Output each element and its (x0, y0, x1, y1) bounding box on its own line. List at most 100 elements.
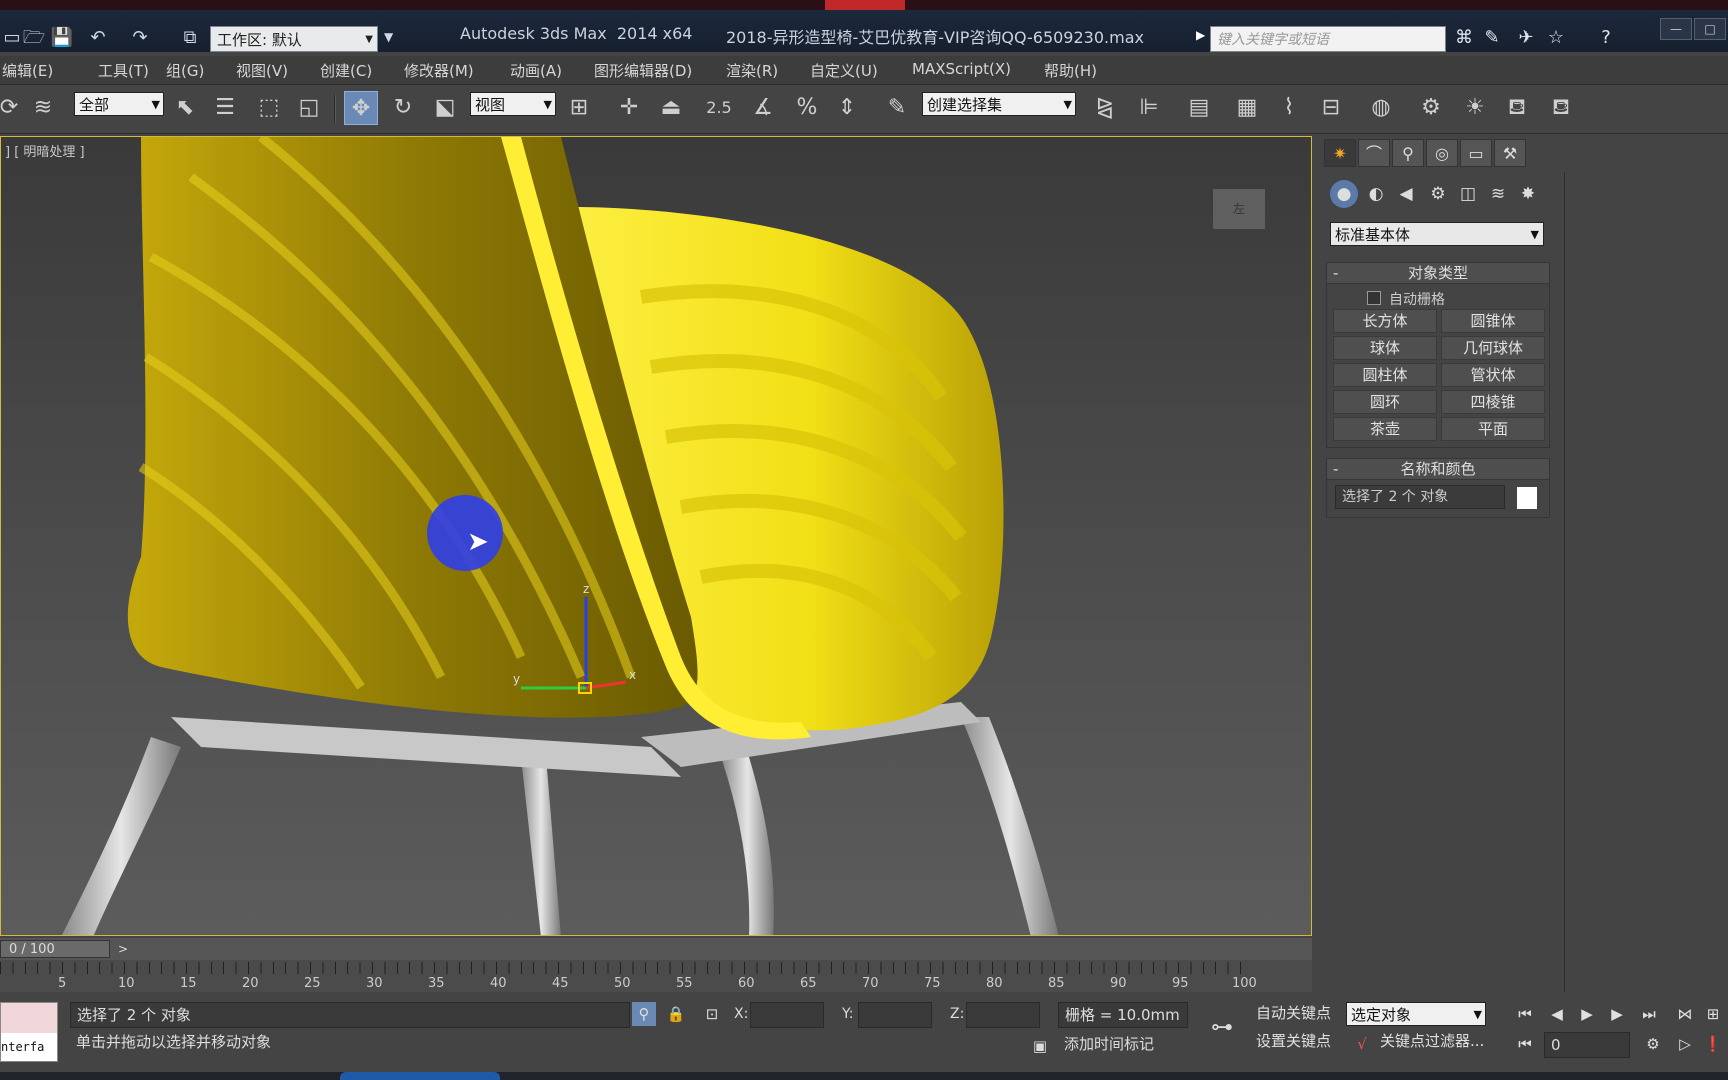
save-file-icon[interactable]: 💾 (50, 26, 74, 50)
undo-icon[interactable]: ↶ (86, 26, 110, 50)
snaps-toggle-icon[interactable]: 2.5 (702, 91, 736, 125)
menu-help[interactable]: 帮助(H) (1044, 60, 1097, 81)
render-setup-icon[interactable]: ⚙ (1414, 91, 1448, 125)
torus-button[interactable]: 圆环 (1333, 390, 1437, 414)
field-of-view-icon[interactable]: ❗ (1700, 1032, 1726, 1056)
menu-graph-editors[interactable]: 图形编辑器(D) (594, 60, 692, 81)
helpers-icon[interactable]: ◫ (1454, 180, 1482, 208)
menu-edit[interactable]: 编辑(E) (2, 60, 53, 81)
menu-customize[interactable]: 自定义(U) (810, 60, 878, 81)
create-tab-icon[interactable]: ✷ (1324, 139, 1356, 167)
utilities-tab-icon[interactable]: ⚒ (1494, 139, 1526, 167)
favorites-icon[interactable]: ☆ (1544, 26, 1568, 50)
rectangular-selection-icon[interactable]: ⬚ (252, 91, 286, 125)
project-folder-icon[interactable]: ⧉ (178, 26, 202, 50)
schematic-view-icon[interactable]: ⊟ (1314, 91, 1348, 125)
y-coordinate-field[interactable] (858, 1002, 932, 1028)
perspective-viewport[interactable]: z y x ] [ 明暗处理 ] 左 ➤ (0, 136, 1312, 936)
redo-icon[interactable]: ↷ (128, 26, 152, 50)
primitive-category-dropdown[interactable]: 标准基本体 ▼ (1330, 222, 1544, 246)
cameras-icon[interactable]: ⚙ (1424, 180, 1452, 208)
time-slider[interactable]: 0 / 100 > (0, 938, 1312, 960)
object-color-swatch[interactable] (1517, 487, 1537, 509)
quick-access-dropdown-icon[interactable]: ▼ (384, 30, 393, 44)
select-object-icon[interactable]: ⬉ (168, 91, 202, 125)
geosphere-button[interactable]: 几何球体 (1441, 336, 1545, 360)
next-frame-icon[interactable]: ▶ (1604, 1002, 1630, 1026)
absolute-mode-icon[interactable]: ⊡ (700, 1002, 724, 1026)
object-type-header[interactable]: - 对象类型 (1327, 263, 1549, 284)
menu-create[interactable]: 创建(C) (320, 60, 372, 81)
current-frame-field[interactable]: 0 (1544, 1032, 1630, 1058)
cone-button[interactable]: 圆锥体 (1441, 309, 1545, 333)
cylinder-button[interactable]: 圆柱体 (1333, 363, 1437, 387)
time-tag-icon[interactable]: ▣ (1028, 1034, 1052, 1058)
edit-named-selection-icon[interactable]: ✎ (880, 91, 914, 125)
percent-snap-icon[interactable]: % (790, 91, 824, 125)
geometry-icon[interactable]: ● (1330, 180, 1358, 208)
selection-filter-dropdown[interactable]: 全部 ▼ (74, 92, 164, 116)
workspace-dropdown[interactable]: 工作区: 默认 ▼ (210, 26, 378, 52)
align-icon[interactable]: ⊫ (1132, 91, 1166, 125)
bind-space-warp-icon[interactable]: ≋ (26, 91, 60, 125)
add-time-tag-button[interactable]: 添加时间标记 (1058, 1032, 1188, 1058)
curve-editor-icon[interactable]: ⌇ (1272, 91, 1306, 125)
shapes-icon[interactable]: ◐ (1362, 180, 1390, 208)
pivot-center-icon[interactable]: ⊞ (562, 91, 596, 125)
select-and-scale-icon[interactable]: ⬕ (428, 91, 462, 125)
play-icon[interactable]: ▶ (1574, 1002, 1600, 1026)
key-mode-icon[interactable]: ⏮ (1512, 1032, 1538, 1056)
time-slider-thumb[interactable]: 0 / 100 (0, 940, 110, 958)
window-crossing-icon[interactable]: ◱ (292, 91, 326, 125)
x-coordinate-field[interactable] (750, 1002, 824, 1028)
time-configuration-icon[interactable]: ⚙ (1640, 1032, 1666, 1056)
orbit-icon[interactable]: ▷ (1672, 1032, 1698, 1056)
go-to-start-icon[interactable]: ⏮ (1512, 1002, 1538, 1026)
mirror-icon[interactable]: ⧎ (1088, 91, 1122, 125)
display-tab-icon[interactable]: ▭ (1460, 139, 1492, 167)
go-to-end-icon[interactable]: ⏭ (1636, 1002, 1662, 1026)
previous-frame-icon[interactable]: ◀ (1544, 1002, 1570, 1026)
minimize-icon[interactable]: — (1660, 18, 1692, 40)
keyboard-shortcut-override-icon[interactable]: ⏏ (654, 91, 688, 125)
isolate-selection-icon[interactable]: ⚲ (632, 1002, 656, 1026)
binoculars-icon[interactable]: ⌘ (1452, 26, 1476, 50)
menu-tools[interactable]: 工具(T) (98, 60, 149, 81)
menu-view[interactable]: 视图(V) (236, 60, 288, 81)
communication-center-icon[interactable]: ✈ (1514, 26, 1538, 50)
name-and-color-header[interactable]: - 名称和颜色 (1327, 459, 1549, 480)
tube-button[interactable]: 管状体 (1441, 363, 1545, 387)
select-and-rotate-icon[interactable]: ↻ (386, 91, 420, 125)
reference-coordinate-dropdown[interactable]: 视图 ▼ (470, 92, 556, 116)
key-filters-button[interactable]: 关键点过滤器... (1380, 1028, 1484, 1054)
key-mode-toggle-icon[interactable]: ⋈ (1672, 1002, 1698, 1026)
open-file-icon[interactable]: 🗁 (22, 26, 46, 50)
pyramid-button[interactable]: 四棱锥 (1441, 390, 1545, 414)
auto-key-button[interactable]: 自动关键点 (1256, 1000, 1331, 1026)
menu-group[interactable]: 组(G) (166, 60, 204, 81)
menu-animation[interactable]: 动画(A) (510, 60, 562, 81)
sphere-button[interactable]: 球体 (1333, 336, 1437, 360)
systems-icon[interactable]: ✸ (1514, 180, 1542, 208)
layer-manager-icon[interactable]: ▤ (1182, 91, 1216, 125)
selection-lock-icon[interactable]: 🔒 (664, 1002, 688, 1026)
new-file-icon[interactable]: ▭ (0, 26, 24, 50)
named-selection-dropdown[interactable]: 创建选择集 ▼ (922, 92, 1076, 116)
modify-tab-icon[interactable]: ⌒ (1358, 139, 1390, 167)
track-bar[interactable]: 5 10 15 20 25 30 35 40 45 50 55 60 65 70… (0, 960, 1312, 992)
auto-grid-checkbox[interactable]: 自动栅格 (1367, 289, 1445, 309)
zoom-extents-icon[interactable]: ⊞ (1700, 1002, 1726, 1026)
menu-maxscript[interactable]: MAXScript(X) (912, 60, 1011, 78)
next-frame-button[interactable]: > (114, 940, 132, 958)
viewport-label[interactable]: ] [ 明暗处理 ] (5, 141, 85, 160)
object-name-field[interactable]: 选择了 2 个 对象 (1335, 485, 1505, 509)
link-icon[interactable]: ⟳ (0, 91, 26, 125)
select-by-name-icon[interactable]: ☰ (208, 91, 242, 125)
manipulate-icon[interactable]: ✛ (612, 91, 646, 125)
render-iterative-icon[interactable]: ⛾ (1544, 91, 1578, 125)
menu-modifiers[interactable]: 修改器(M) (404, 60, 474, 81)
render-production-icon[interactable]: ⛾ (1500, 91, 1534, 125)
set-key-icon[interactable]: ⊶ (1204, 1016, 1240, 1040)
rendered-frame-window-icon[interactable]: ☀ (1458, 91, 1492, 125)
box-button[interactable]: 长方体 (1333, 309, 1437, 333)
